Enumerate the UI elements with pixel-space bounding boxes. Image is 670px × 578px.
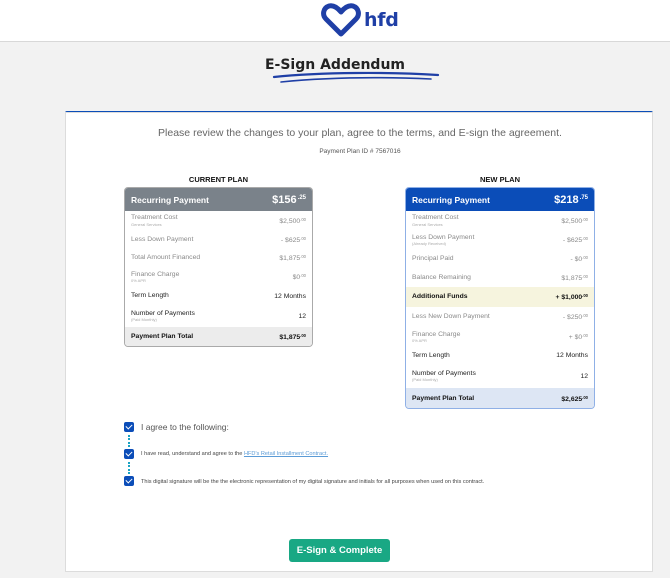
recurring-payment-amount: $156.25 [272, 193, 306, 206]
plan-row-additional-funds: Additional Funds + $1,000.00 [406, 287, 594, 307]
digital-signature-text: This digital signature will be the the e… [141, 479, 485, 485]
new-plan-header: Recurring Payment $218.75 [406, 188, 594, 211]
plan-row-finance-charge: Finance Charge 0% APR $0.00 [131, 270, 306, 284]
plan-row-total: Payment Plan Total $1,875.00 [125, 327, 312, 346]
plan-row-total: Payment Plan Total $2,625.00 [406, 388, 594, 408]
current-plan-box: Recurring Payment $156.25 Treatment Cost… [124, 187, 313, 347]
plan-row-principal-paid: Principal Paid - $0.00 [412, 255, 588, 263]
logo-text: hfd [364, 9, 399, 31]
new-plan-heading: NEW PLAN [480, 175, 520, 184]
hfd-heart-logo-icon [321, 3, 361, 37]
plan-row-down-payment: Less Down Payment - $625.00 [131, 235, 306, 244]
recurring-payment-label: Recurring Payment [131, 194, 209, 205]
plan-row-finance-charge: Finance Charge 0% APR + $0.00 [412, 330, 588, 344]
plan-row-number-of-payments: Number of Payments (Paid Monthly) 12 [131, 309, 306, 323]
plan-row-down-payment: Less Down Payment (Already Received) - $6… [412, 233, 588, 247]
agree-title: I agree to the following: [141, 422, 229, 432]
plan-row-number-of-payments: Number of Payments (Paid Monthly) 12 [412, 369, 588, 383]
plan-row-new-down-payment: Less New Down Payment - $250.00 [412, 313, 588, 321]
payment-plan-id: Payment Plan ID # 7567016 [319, 148, 401, 155]
hfd-logo[interactable]: hfd [321, 2, 399, 38]
retail-installment-contract-link[interactable]: HFD's Retail Installment Contract. [244, 451, 328, 457]
plan-row-term-length: Term Length 12 Months [412, 351, 588, 359]
plan-row-amount-financed: Total Amount Financed $1,875.00 [131, 254, 306, 262]
plan-row-treatment-cost: Treatment Cost General Services $2,500.00 [131, 214, 306, 227]
recurring-payment-label: Recurring Payment [412, 194, 490, 205]
connector-dots [128, 462, 130, 474]
recurring-payment-amount: $218.75 [554, 193, 588, 206]
new-plan-box: Recurring Payment $218.75 Treatment Cost… [405, 187, 595, 409]
plan-row-balance-remaining: Balance Remaining $1,875.00 [412, 273, 588, 282]
top-bar: hfd [0, 0, 670, 42]
review-instructions: Please review the changes to your plan, … [158, 127, 562, 139]
digital-signature-checkbox[interactable] [124, 476, 134, 486]
agreement-section: I agree to the following: I have read, u… [124, 419, 624, 519]
agree-all-checkbox[interactable] [124, 422, 134, 432]
esign-complete-button[interactable]: E-Sign & Complete [289, 539, 390, 562]
current-plan-header: Recurring Payment $156.25 [125, 188, 312, 211]
plan-row-treatment-cost: Treatment Cost General Services $2,500.00 [412, 214, 588, 227]
connector-dots [128, 435, 130, 447]
contract-agree-text: I have read, understand and agree to the… [141, 451, 329, 457]
addendum-card: Please review the changes to your plan, … [65, 112, 653, 572]
plan-row-term-length: Term Length 12 Months [131, 292, 306, 300]
current-plan-heading: CURRENT PLAN [188, 175, 249, 184]
contract-agree-checkbox[interactable] [124, 449, 134, 459]
title-underline-swoosh [272, 71, 440, 83]
